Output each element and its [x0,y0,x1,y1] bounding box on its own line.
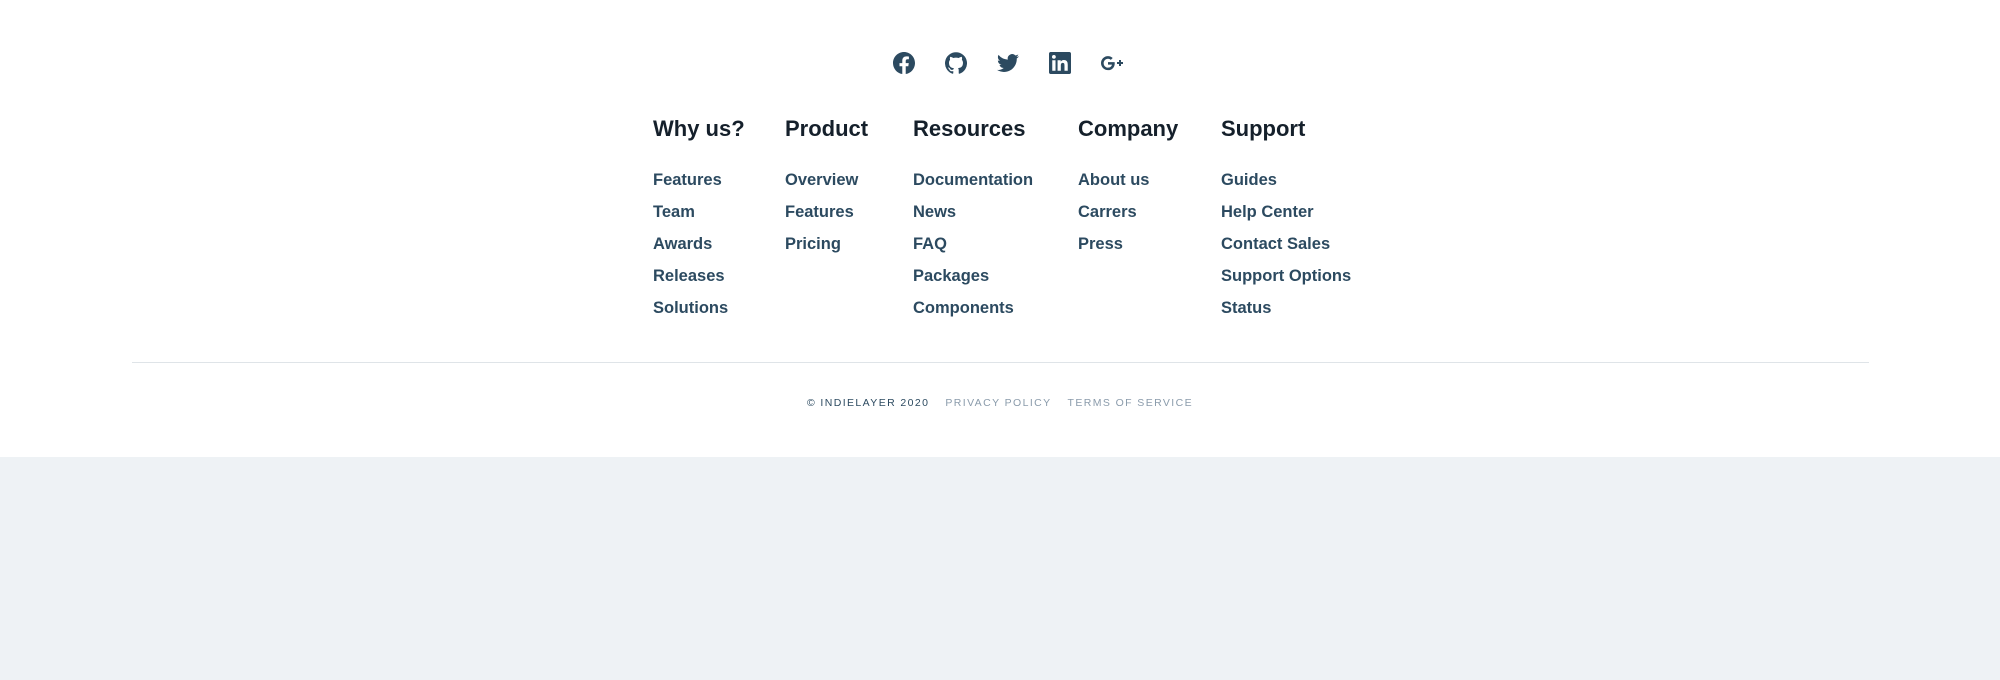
footer-link[interactable]: Documentation [913,170,1033,202]
footer-link[interactable]: Components [913,298,1030,330]
footer-link[interactable]: Packages [913,266,1030,298]
site-footer: Why us? Features Team Awards Releases So… [0,0,2000,457]
footer-link[interactable]: Contact Sales [1221,234,1361,266]
footer-column-company: Company About us Carrers Press [1078,115,1179,330]
column-heading: Product [785,116,869,141]
footer-link[interactable]: Press [1078,234,1173,266]
footer-link[interactable]: FAQ [913,234,1030,266]
facebook-icon[interactable] [893,52,915,74]
footer-column-product: Product Overview Features Pricing [785,115,869,330]
footer-column-why-us: Why us? Features Team Awards Releases So… [653,115,745,330]
footer-link[interactable]: Releases [653,266,737,298]
footer-columns: Why us? Features Team Awards Releases So… [653,115,1361,330]
footer-link[interactable]: Status [1221,298,1361,330]
footer-bottom-bar: © INDIELAYER 2020 PRIVACY POLICY TERMS O… [0,396,2000,410]
footer-link[interactable]: Features [653,170,737,202]
column-heading: Company [1078,116,1179,141]
privacy-policy-link[interactable]: PRIVACY POLICY [945,396,1051,410]
copyright-text: © INDIELAYER 2020 [806,397,930,409]
footer-link[interactable]: Support Options [1221,266,1361,298]
footer-link[interactable]: About us [1078,170,1173,202]
footer-link[interactable]: Solutions [653,298,737,330]
footer-link[interactable]: Guides [1221,170,1361,202]
footer-column-resources: Resources Documentation News FAQ Package… [913,115,1033,330]
footer-link[interactable]: Features [785,202,865,234]
footer-link[interactable]: Awards [653,234,737,266]
github-icon[interactable] [945,52,967,74]
google-plus-icon[interactable] [1101,52,1123,74]
footer-column-support: Support Guides Help Center Contact Sales… [1221,115,1361,330]
footer-link[interactable]: Overview [785,170,865,202]
linkedin-icon[interactable] [1049,52,1071,74]
column-heading: Why us? [653,116,745,141]
column-heading: Support [1221,116,1306,141]
twitter-icon[interactable] [997,52,1019,74]
footer-link[interactable]: Pricing [785,234,865,266]
footer-link[interactable]: Carrers [1078,202,1173,234]
column-heading: Resources [913,116,1026,141]
footer-link[interactable]: Help Center [1221,202,1361,234]
terms-of-service-link[interactable]: TERMS OF SERVICE [1068,396,1193,410]
footer-link[interactable]: Team [653,202,737,234]
social-links [0,52,2000,74]
footer-divider [132,362,1869,363]
footer-link[interactable]: News [913,202,1030,234]
